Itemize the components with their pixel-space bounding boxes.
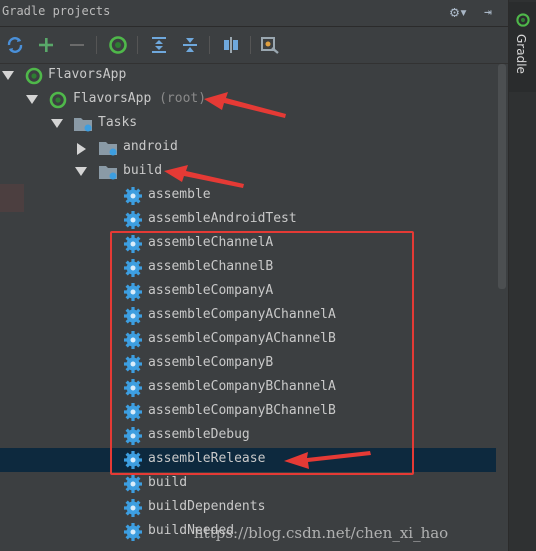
right-tool-strip: Gradle <box>508 0 536 551</box>
task-row[interactable]: assembleRelease <box>0 448 496 472</box>
tree-node-root[interactable]: FlavorsApp <box>0 64 496 88</box>
gradle-project-tree: FlavorsApp FlavorsApp (root) Tasks andro… <box>0 64 508 551</box>
task-label: assembleCompanyAChannelB <box>148 331 336 346</box>
gradle-projects-panel: Gradle projects ⚙▾ ⇥ FlavorsApp FlavorsA… <box>0 0 508 551</box>
remove-icon[interactable] <box>66 34 88 56</box>
task-gear-icon <box>124 259 142 277</box>
task-label: assembleDebug <box>148 427 250 442</box>
task-gear-icon <box>124 379 142 397</box>
tree-label-module: FlavorsApp (root) <box>73 91 207 106</box>
refresh-icon[interactable] <box>4 34 26 56</box>
expand-arrow-icon[interactable] <box>26 95 38 104</box>
toolbar-divider <box>137 36 138 54</box>
task-label: assembleChannelA <box>148 235 274 250</box>
task-gear-icon <box>124 331 142 349</box>
task-row[interactable]: assembleCompanyB <box>0 352 496 376</box>
task-label: assemble <box>148 187 211 202</box>
tree-node-tasks[interactable]: Tasks <box>0 112 496 136</box>
gradle-module-icon <box>49 91 67 109</box>
gradle-execute-icon[interactable] <box>107 34 129 56</box>
panel-title: Gradle projects <box>2 4 111 18</box>
gear-icon[interactable]: ⚙▾ <box>450 3 468 21</box>
task-label: assembleCompanyBChannelA <box>148 379 336 394</box>
panel-title-bar: Gradle projects ⚙▾ ⇥ <box>0 0 508 27</box>
task-row[interactable]: build <box>0 472 496 496</box>
task-row[interactable]: assembleCompanyBChannelB <box>0 400 496 424</box>
task-gear-icon <box>124 187 142 205</box>
task-row[interactable]: assembleAndroidTest <box>0 208 496 232</box>
task-gear-icon <box>124 523 142 541</box>
add-icon[interactable] <box>35 34 57 56</box>
tree-node-module[interactable]: FlavorsApp (root) <box>0 88 496 112</box>
tree-node-build-group[interactable]: build <box>0 160 496 184</box>
task-gear-icon <box>124 427 142 445</box>
toolbar-divider <box>96 36 97 54</box>
expand-arrow-icon[interactable] <box>75 167 87 176</box>
task-gear-icon <box>124 307 142 325</box>
task-gear-icon <box>124 475 142 493</box>
settings-wrench-icon[interactable] <box>259 34 281 56</box>
gradle-project-icon <box>25 67 43 85</box>
task-row[interactable]: assembleCompanyAChannelA <box>0 304 496 328</box>
task-row[interactable]: buildDependents <box>0 496 496 520</box>
collapse-arrow-icon[interactable] <box>77 143 86 155</box>
gradle-side-tab[interactable]: Gradle <box>509 2 536 92</box>
tasks-folder-icon <box>99 142 117 156</box>
tree-label-build-group: build <box>123 163 163 178</box>
task-label: buildDependents <box>148 499 266 514</box>
task-label: assembleCompanyBChannelB <box>148 403 336 418</box>
task-gear-icon <box>124 283 142 301</box>
task-gear-icon <box>124 211 142 229</box>
task-row[interactable]: assembleCompanyAChannelB <box>0 328 496 352</box>
root-hint: (root) <box>159 91 207 106</box>
task-row[interactable]: assembleDebug <box>0 424 496 448</box>
tasks-folder-icon <box>99 166 117 180</box>
gradle-icon <box>516 13 530 27</box>
expand-arrow-icon[interactable] <box>51 119 63 128</box>
tree-label-root: FlavorsApp <box>48 67 127 82</box>
task-gear-icon <box>124 403 142 421</box>
watermark-text: https://blog.csdn.net/chen_xi_hao <box>194 524 449 542</box>
vertical-scrollbar[interactable] <box>498 64 506 289</box>
task-gear-icon <box>124 451 142 469</box>
expand-arrow-icon[interactable] <box>2 71 14 80</box>
task-gear-icon <box>124 235 142 253</box>
task-row[interactable]: assembleChannelB <box>0 256 496 280</box>
tree-node-android[interactable]: android <box>0 136 496 160</box>
task-row[interactable]: assembleCompanyA <box>0 280 496 304</box>
task-gear-icon <box>124 355 142 373</box>
task-label: assembleCompanyAChannelA <box>148 307 336 322</box>
task-label: assembleChannelB <box>148 259 274 274</box>
expand-all-icon[interactable] <box>148 34 170 56</box>
collapse-all-icon[interactable] <box>179 34 201 56</box>
attach-icon[interactable] <box>220 34 242 56</box>
task-gear-icon <box>124 499 142 517</box>
tree-label-android: android <box>123 139 178 154</box>
tree-label-tasks: Tasks <box>98 115 138 130</box>
task-label: assembleCompanyA <box>148 283 274 298</box>
gradle-tab-label: Gradle <box>514 34 528 74</box>
task-label: assembleCompanyB <box>148 355 274 370</box>
task-label: build <box>148 475 188 490</box>
task-row[interactable]: assembleChannelA <box>0 232 496 256</box>
task-label: assembleRelease <box>148 451 266 466</box>
hide-panel-icon[interactable]: ⇥ <box>484 5 492 20</box>
task-label: assembleAndroidTest <box>148 211 297 226</box>
task-row[interactable]: assembleCompanyBChannelA <box>0 376 496 400</box>
toolbar-divider <box>209 36 210 54</box>
toolbar-divider <box>250 36 251 54</box>
gradle-toolbar <box>0 27 508 64</box>
task-row[interactable]: assemble <box>0 184 496 208</box>
tasks-folder-icon <box>74 118 92 132</box>
